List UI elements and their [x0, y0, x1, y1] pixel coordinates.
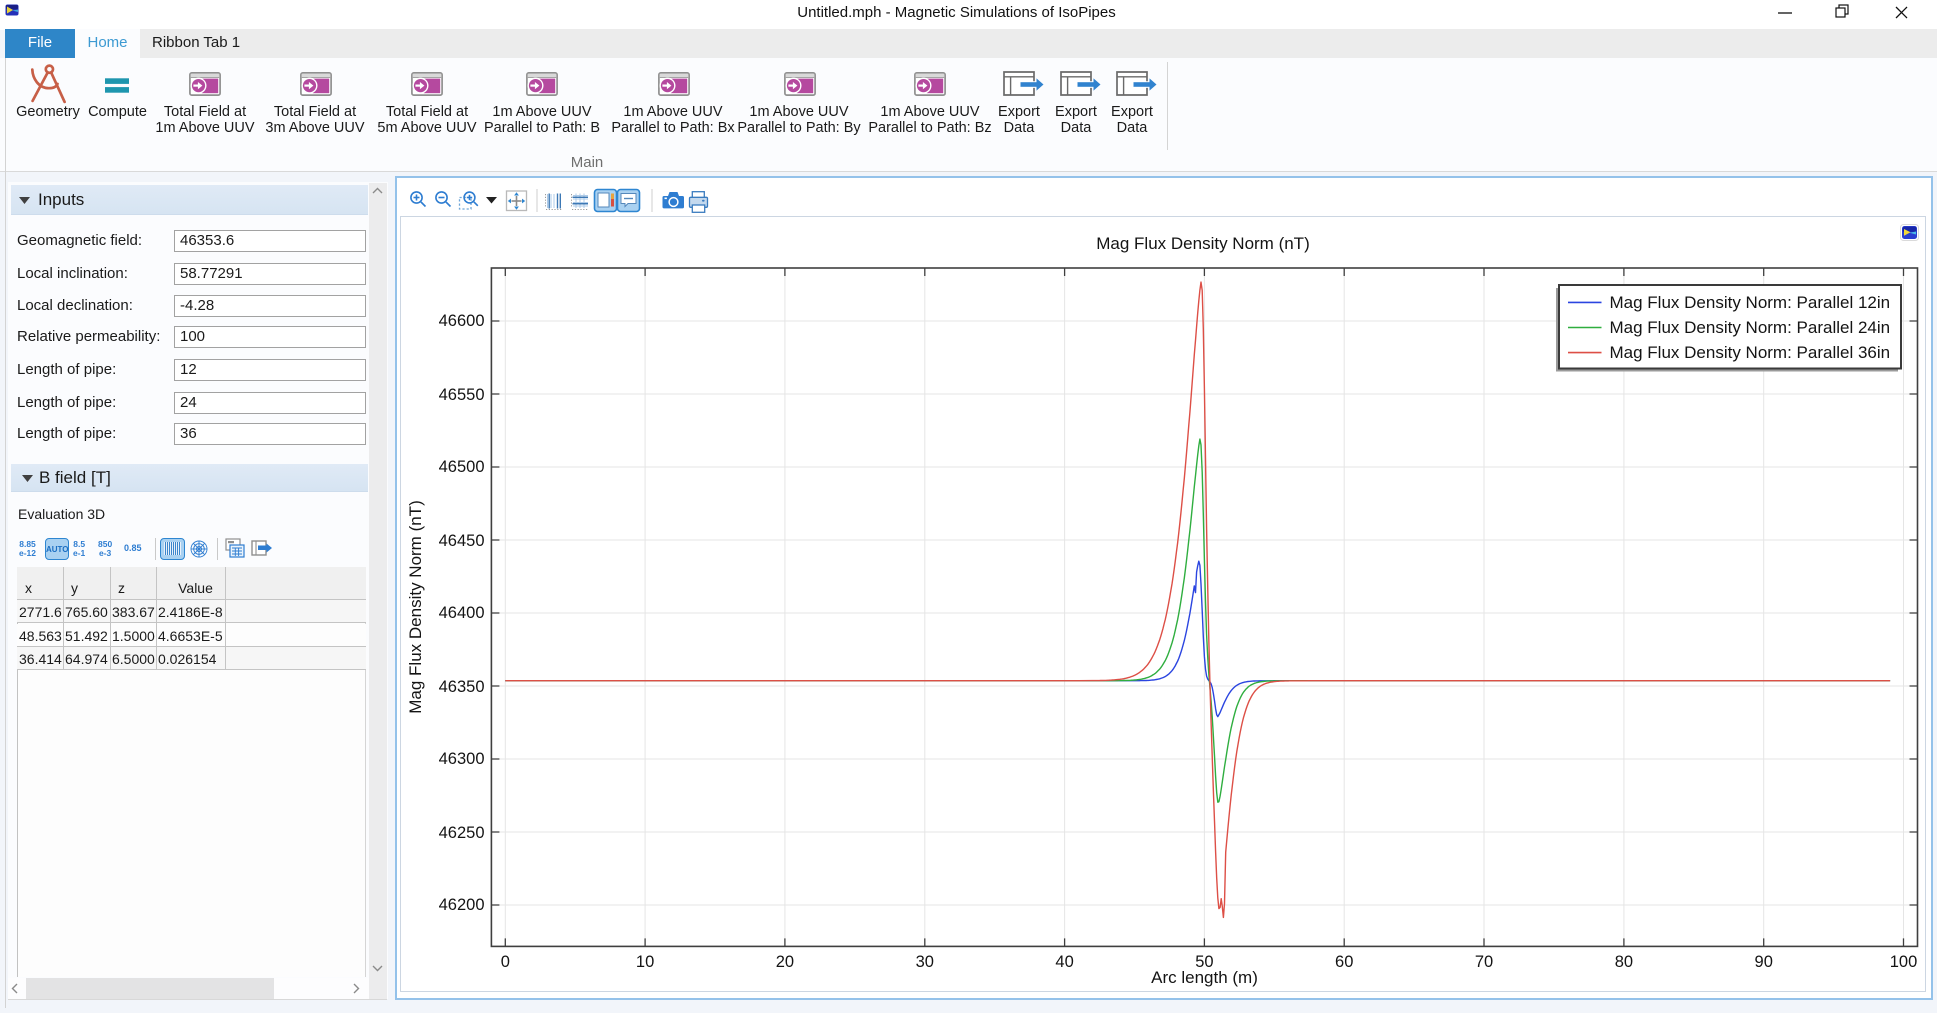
svg-text:46200: 46200: [439, 896, 485, 914]
svg-text:30: 30: [916, 953, 934, 971]
svg-text:Mag Flux Density Norm: Paralle: Mag Flux Density Norm: Parallel 36in: [1610, 343, 1891, 362]
svg-text:46500: 46500: [439, 458, 485, 476]
svg-text:100: 100: [1890, 953, 1918, 971]
svg-text:46450: 46450: [439, 532, 485, 550]
svg-text:20: 20: [776, 953, 794, 971]
svg-text:46300: 46300: [439, 750, 485, 768]
svg-text:46400: 46400: [439, 604, 485, 622]
svg-text:46350: 46350: [439, 678, 485, 696]
svg-text:Mag Flux Density Norm: Paralle: Mag Flux Density Norm: Parallel 24in: [1610, 318, 1891, 337]
svg-text:46600: 46600: [439, 312, 485, 330]
svg-text:Mag Flux Density Norm: Paralle: Mag Flux Density Norm: Parallel 12in: [1610, 293, 1891, 312]
svg-text:90: 90: [1755, 953, 1773, 971]
svg-text:60: 60: [1335, 953, 1353, 971]
svg-text:40: 40: [1055, 953, 1073, 971]
svg-text:Mag Flux Density Norm (nT): Mag Flux Density Norm (nT): [1096, 234, 1309, 253]
svg-text:0: 0: [501, 953, 510, 971]
svg-text:10: 10: [636, 953, 654, 971]
svg-text:Arc length (m): Arc length (m): [1151, 968, 1258, 987]
svg-text:46550: 46550: [439, 386, 485, 404]
svg-text:70: 70: [1475, 953, 1493, 971]
svg-text:46250: 46250: [439, 824, 485, 842]
svg-text:80: 80: [1615, 953, 1633, 971]
svg-text:Mag Flux Density Norm (nT): Mag Flux Density Norm (nT): [406, 500, 425, 713]
